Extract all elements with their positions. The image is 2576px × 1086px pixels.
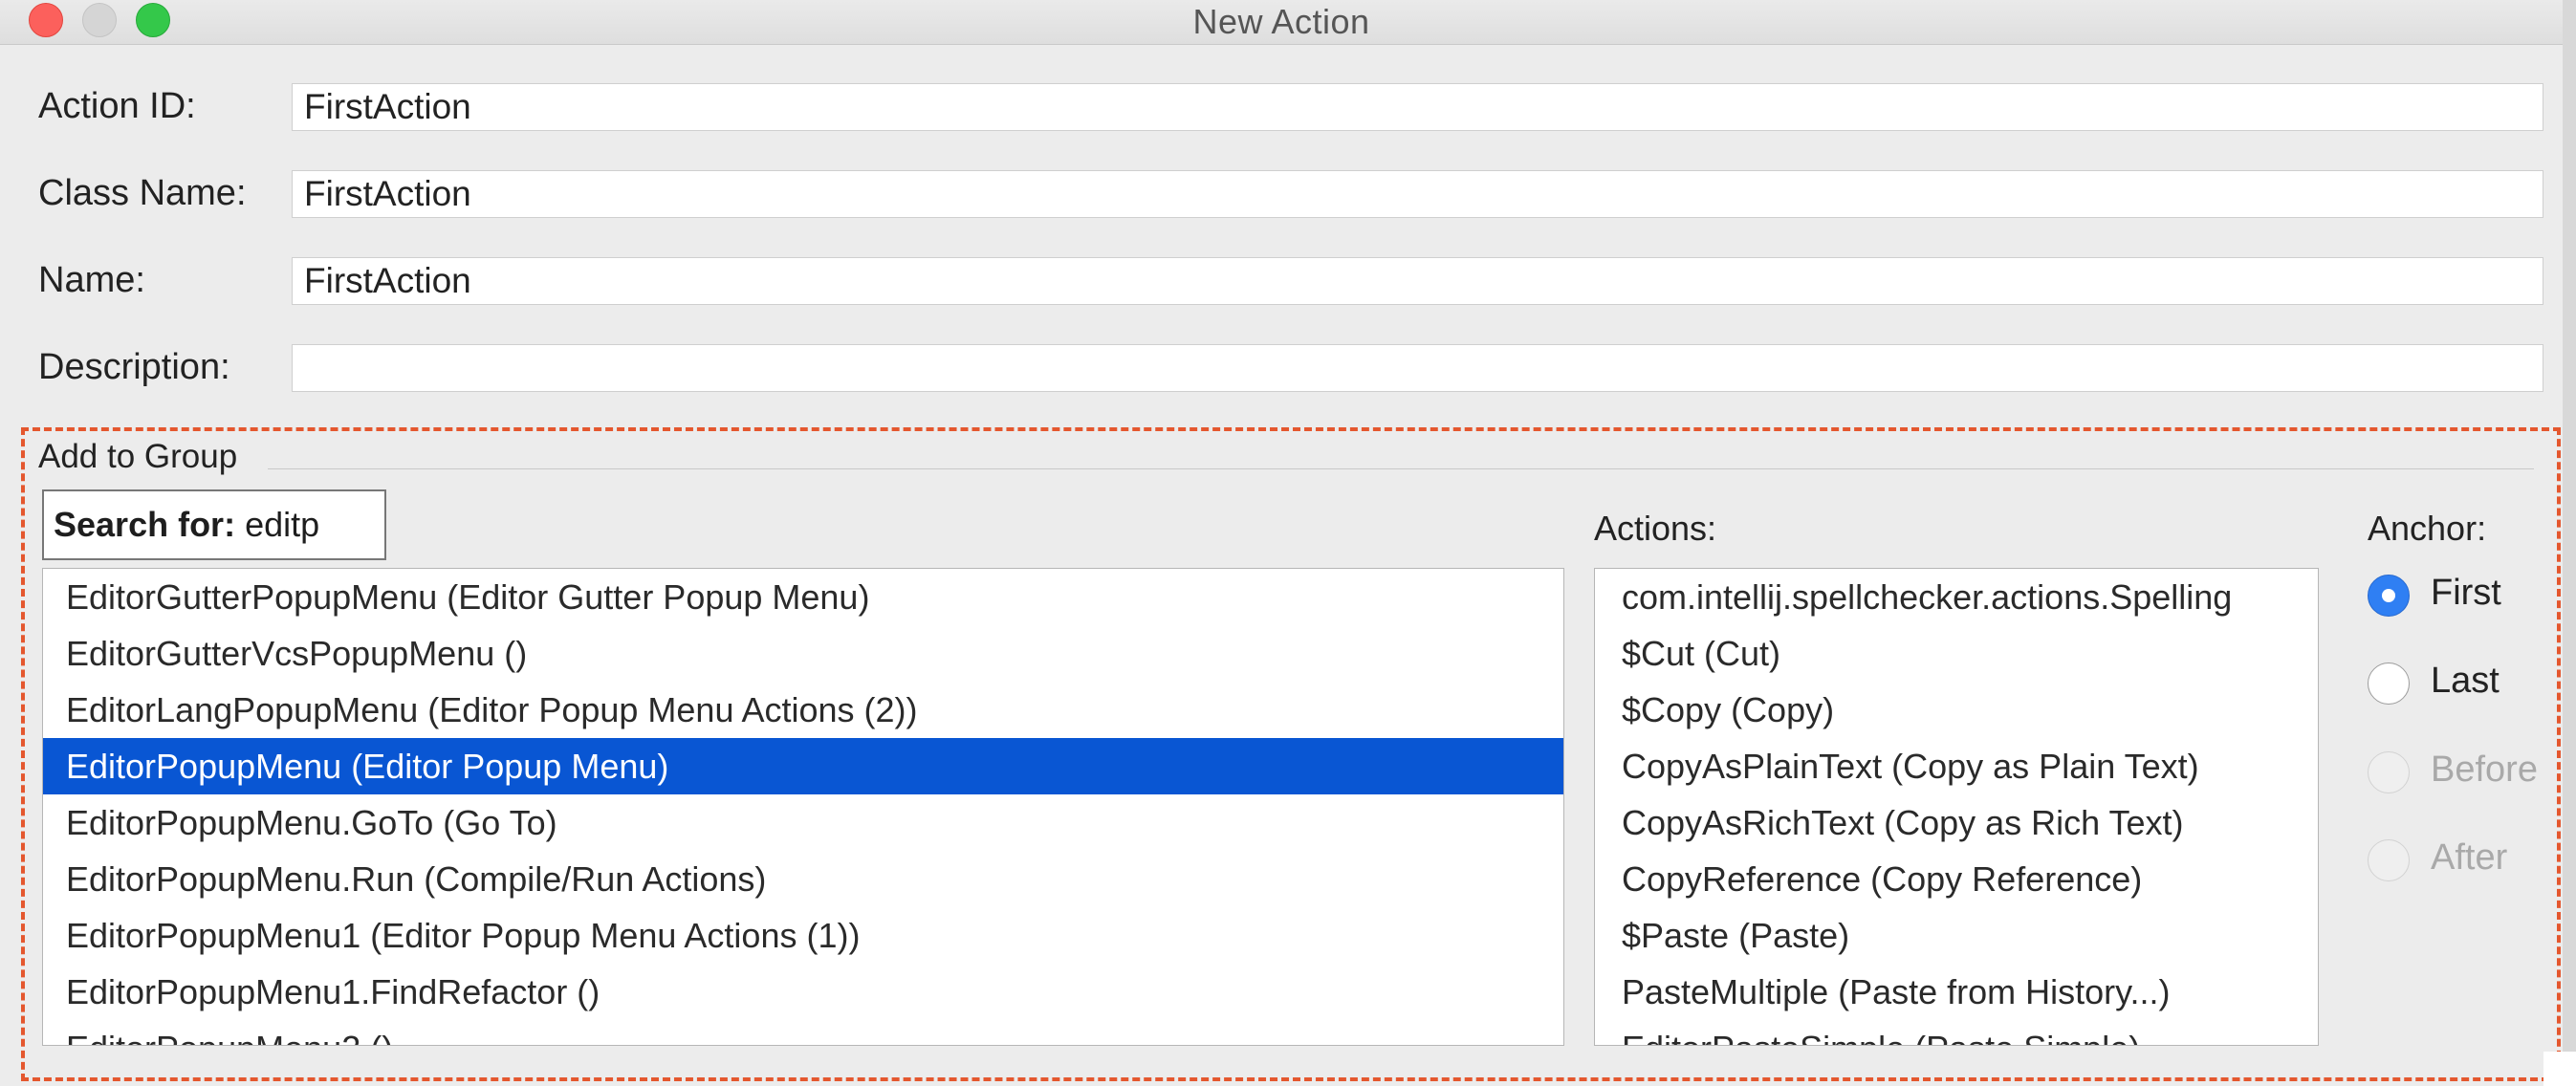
- name-field[interactable]: [292, 257, 2543, 305]
- add-to-group-title: Add to Group: [38, 438, 238, 475]
- class-name-label: Class Name:: [38, 173, 247, 213]
- anchor-before-radio: [2368, 751, 2410, 793]
- description-label: Description:: [38, 347, 230, 387]
- window-title: New Action: [1192, 2, 1370, 41]
- action-list-item[interactable]: CopyAsPlainText (Copy as Plain Text): [1595, 738, 2318, 794]
- anchor-after-radio: [2368, 839, 2410, 881]
- anchor-first-label[interactable]: First: [2431, 573, 2501, 614]
- action-list-item[interactable]: CopyReference (Copy Reference): [1595, 851, 2318, 907]
- actions-label: Actions:: [1594, 509, 1717, 548]
- action-list-item[interactable]: EditorPasteSimple (Paste Simple): [1595, 1020, 2318, 1045]
- search-popup[interactable]: Search for: editp: [42, 489, 386, 560]
- anchor-label: Anchor:: [2368, 509, 2487, 548]
- action-id-label: Action ID:: [38, 86, 196, 126]
- group-list-item[interactable]: EditorPopupMenu (Editor Popup Menu): [43, 738, 1563, 794]
- action-list-item[interactable]: $Cut (Cut): [1595, 625, 2318, 682]
- action-list-item[interactable]: PasteMultiple (Paste from History...): [1595, 964, 2318, 1020]
- anchor-last-radio[interactable]: [2368, 662, 2410, 705]
- description-field[interactable]: [292, 344, 2543, 392]
- anchor-before-label: Before: [2431, 749, 2538, 790]
- group-list-item[interactable]: EditorGutterVcsPopupMenu (): [43, 625, 1563, 682]
- group-list-item[interactable]: EditorLangPopupMenu (Editor Popup Menu A…: [43, 682, 1563, 738]
- group-divider: [268, 468, 2534, 469]
- anchor-first-radio[interactable]: [2368, 575, 2410, 617]
- actions-list[interactable]: com.intellij.spellchecker.actions.Spelli…: [1594, 568, 2319, 1046]
- group-list-item[interactable]: EditorPopupMenu.GoTo (Go To): [43, 794, 1563, 851]
- action-id-field[interactable]: [292, 83, 2543, 131]
- action-list-item[interactable]: com.intellij.spellchecker.actions.Spelli…: [1595, 569, 2318, 625]
- anchor-last-label[interactable]: Last: [2431, 661, 2500, 702]
- search-query: editp: [245, 505, 320, 544]
- name-label: Name:: [38, 260, 145, 300]
- group-list[interactable]: EditorGutterPopupMenu (Editor Gutter Pop…: [42, 568, 1564, 1046]
- action-list-item[interactable]: CopyAsRichText (Copy as Rich Text): [1595, 794, 2318, 851]
- group-list-item[interactable]: EditorPopupMenu1 (Editor Popup Menu Acti…: [43, 907, 1563, 964]
- group-list-item[interactable]: EditorPopupMenu.Run (Compile/Run Actions…: [43, 851, 1563, 907]
- action-list-item[interactable]: $Paste (Paste): [1595, 907, 2318, 964]
- anchor-after-label: After: [2431, 837, 2508, 878]
- scroll-corner: [2543, 1052, 2576, 1086]
- group-list-item[interactable]: EditorPopupMenu2 (): [43, 1020, 1563, 1045]
- new-action-dialog: New Action Action ID: Class Name: Name: …: [0, 0, 2563, 1086]
- search-label: Search for:: [54, 505, 236, 544]
- group-list-item[interactable]: EditorGutterPopupMenu (Editor Gutter Pop…: [43, 569, 1563, 625]
- group-list-item[interactable]: EditorPopupMenu1.FindRefactor (): [43, 964, 1563, 1020]
- action-list-item[interactable]: $Copy (Copy): [1595, 682, 2318, 738]
- class-name-field[interactable]: [292, 170, 2543, 218]
- title-bar: New Action: [0, 0, 2563, 45]
